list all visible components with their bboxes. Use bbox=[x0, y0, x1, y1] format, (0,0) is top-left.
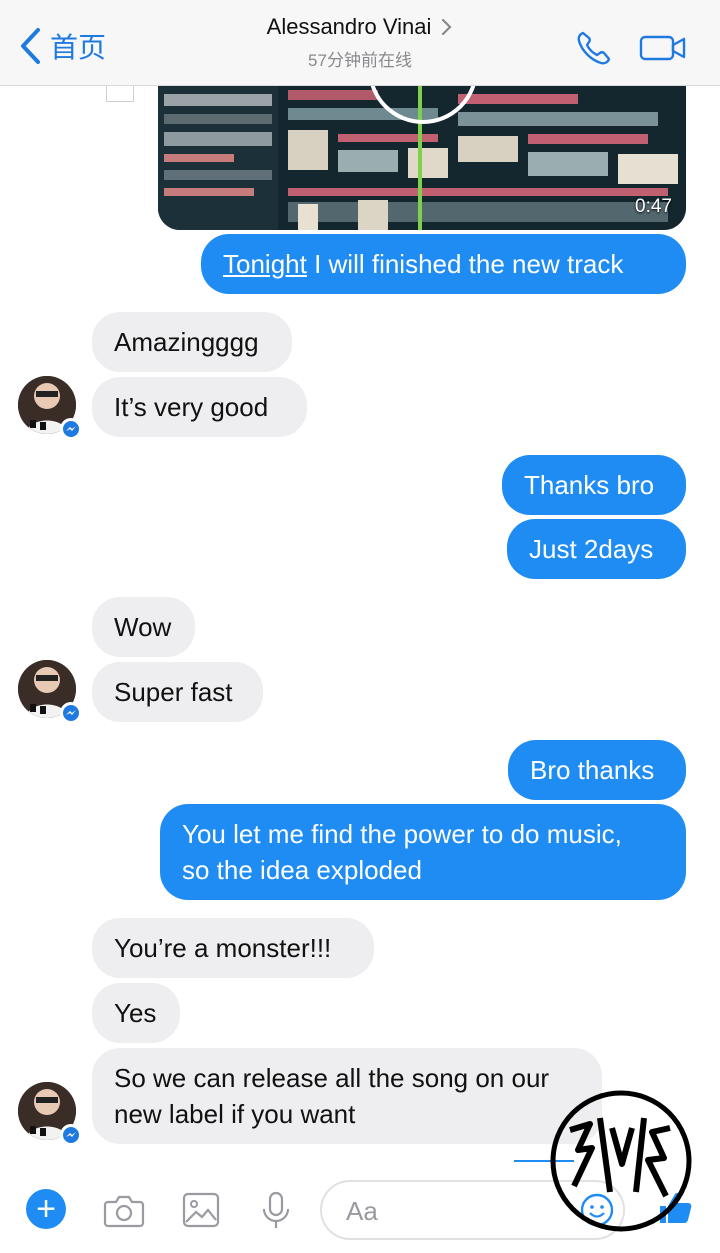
chevron-right-icon bbox=[442, 18, 452, 36]
message-bubble-incoming[interactable]: Wow bbox=[92, 597, 195, 657]
message-text: Just 2days bbox=[529, 534, 654, 564]
back-button[interactable]: 首页 bbox=[18, 26, 106, 66]
message-bubble-outgoing[interactable]: Thanks bro bbox=[502, 455, 686, 515]
message-bubble-outgoing[interactable]: You let me find the power to do music, s… bbox=[160, 804, 686, 900]
message-text: Yes bbox=[114, 998, 157, 1028]
link-text[interactable]: Tonight bbox=[223, 249, 307, 279]
message-bubble-incoming[interactable]: Super fast bbox=[92, 662, 263, 722]
back-label: 首页 bbox=[50, 32, 107, 63]
back-chevron-icon bbox=[21, 28, 40, 64]
watermark-logo bbox=[550, 1090, 692, 1232]
message-text: Thanks bro bbox=[524, 470, 655, 500]
message-bubble-incoming[interactable]: Amazingggg bbox=[92, 312, 292, 372]
chat-header: 首页 Alessandro Vinai 57分钟前在线 bbox=[0, 0, 720, 86]
phone-icon[interactable] bbox=[574, 28, 614, 68]
message-text: I will finished the new track bbox=[306, 249, 624, 279]
message-bubble-incoming[interactable]: It’s very good bbox=[92, 377, 307, 437]
message-bubble-outgoing[interactable]: Bro thanks bbox=[508, 740, 686, 800]
camera-icon[interactable] bbox=[102, 1190, 146, 1230]
message-text: Amazingggg bbox=[114, 327, 259, 357]
messenger-badge-icon bbox=[60, 702, 82, 724]
message-bubble-incoming[interactable]: Yes bbox=[92, 983, 180, 1043]
message-bubble-outgoing[interactable]: Just 2days bbox=[507, 519, 686, 579]
contact-name: Alessandro Vinai bbox=[266, 14, 432, 39]
message-input[interactable] bbox=[346, 1196, 546, 1227]
message-text-line: You let me find the power to do music, bbox=[182, 819, 622, 849]
online-status: 57分钟前在线 bbox=[308, 51, 412, 70]
attachment-edge bbox=[106, 84, 134, 102]
messenger-badge-icon bbox=[60, 1124, 82, 1146]
video-message[interactable]: 0:47 bbox=[158, 84, 686, 230]
messenger-badge-icon bbox=[60, 418, 82, 440]
contact-title[interactable]: Alessandro Vinai 57分钟前在线 bbox=[200, 14, 520, 71]
message-text: It’s very good bbox=[114, 392, 269, 422]
message-text: Bro thanks bbox=[530, 755, 655, 785]
message-text-line: so the idea exploded bbox=[182, 855, 422, 885]
message-text: Super fast bbox=[114, 677, 233, 707]
message-bubble-outgoing[interactable]: Tonight I will finished the new track bbox=[201, 234, 686, 294]
message-text-line: new label if you want bbox=[114, 1099, 356, 1129]
microphone-icon[interactable] bbox=[254, 1190, 298, 1230]
message-bubble-incoming[interactable]: You’re a monster!!! bbox=[92, 918, 374, 978]
video-duration: 0:47 bbox=[635, 196, 672, 217]
image-icon[interactable] bbox=[180, 1190, 224, 1230]
message-text-line: So we can release all the song on our bbox=[114, 1063, 550, 1093]
video-camera-icon[interactable] bbox=[638, 30, 688, 66]
message-text: You’re a monster!!! bbox=[114, 933, 332, 963]
message-text: Wow bbox=[114, 612, 172, 642]
message-bubble-incoming[interactable]: So we can release all the song on our ne… bbox=[92, 1048, 602, 1144]
plus-icon[interactable]: + bbox=[26, 1189, 66, 1229]
